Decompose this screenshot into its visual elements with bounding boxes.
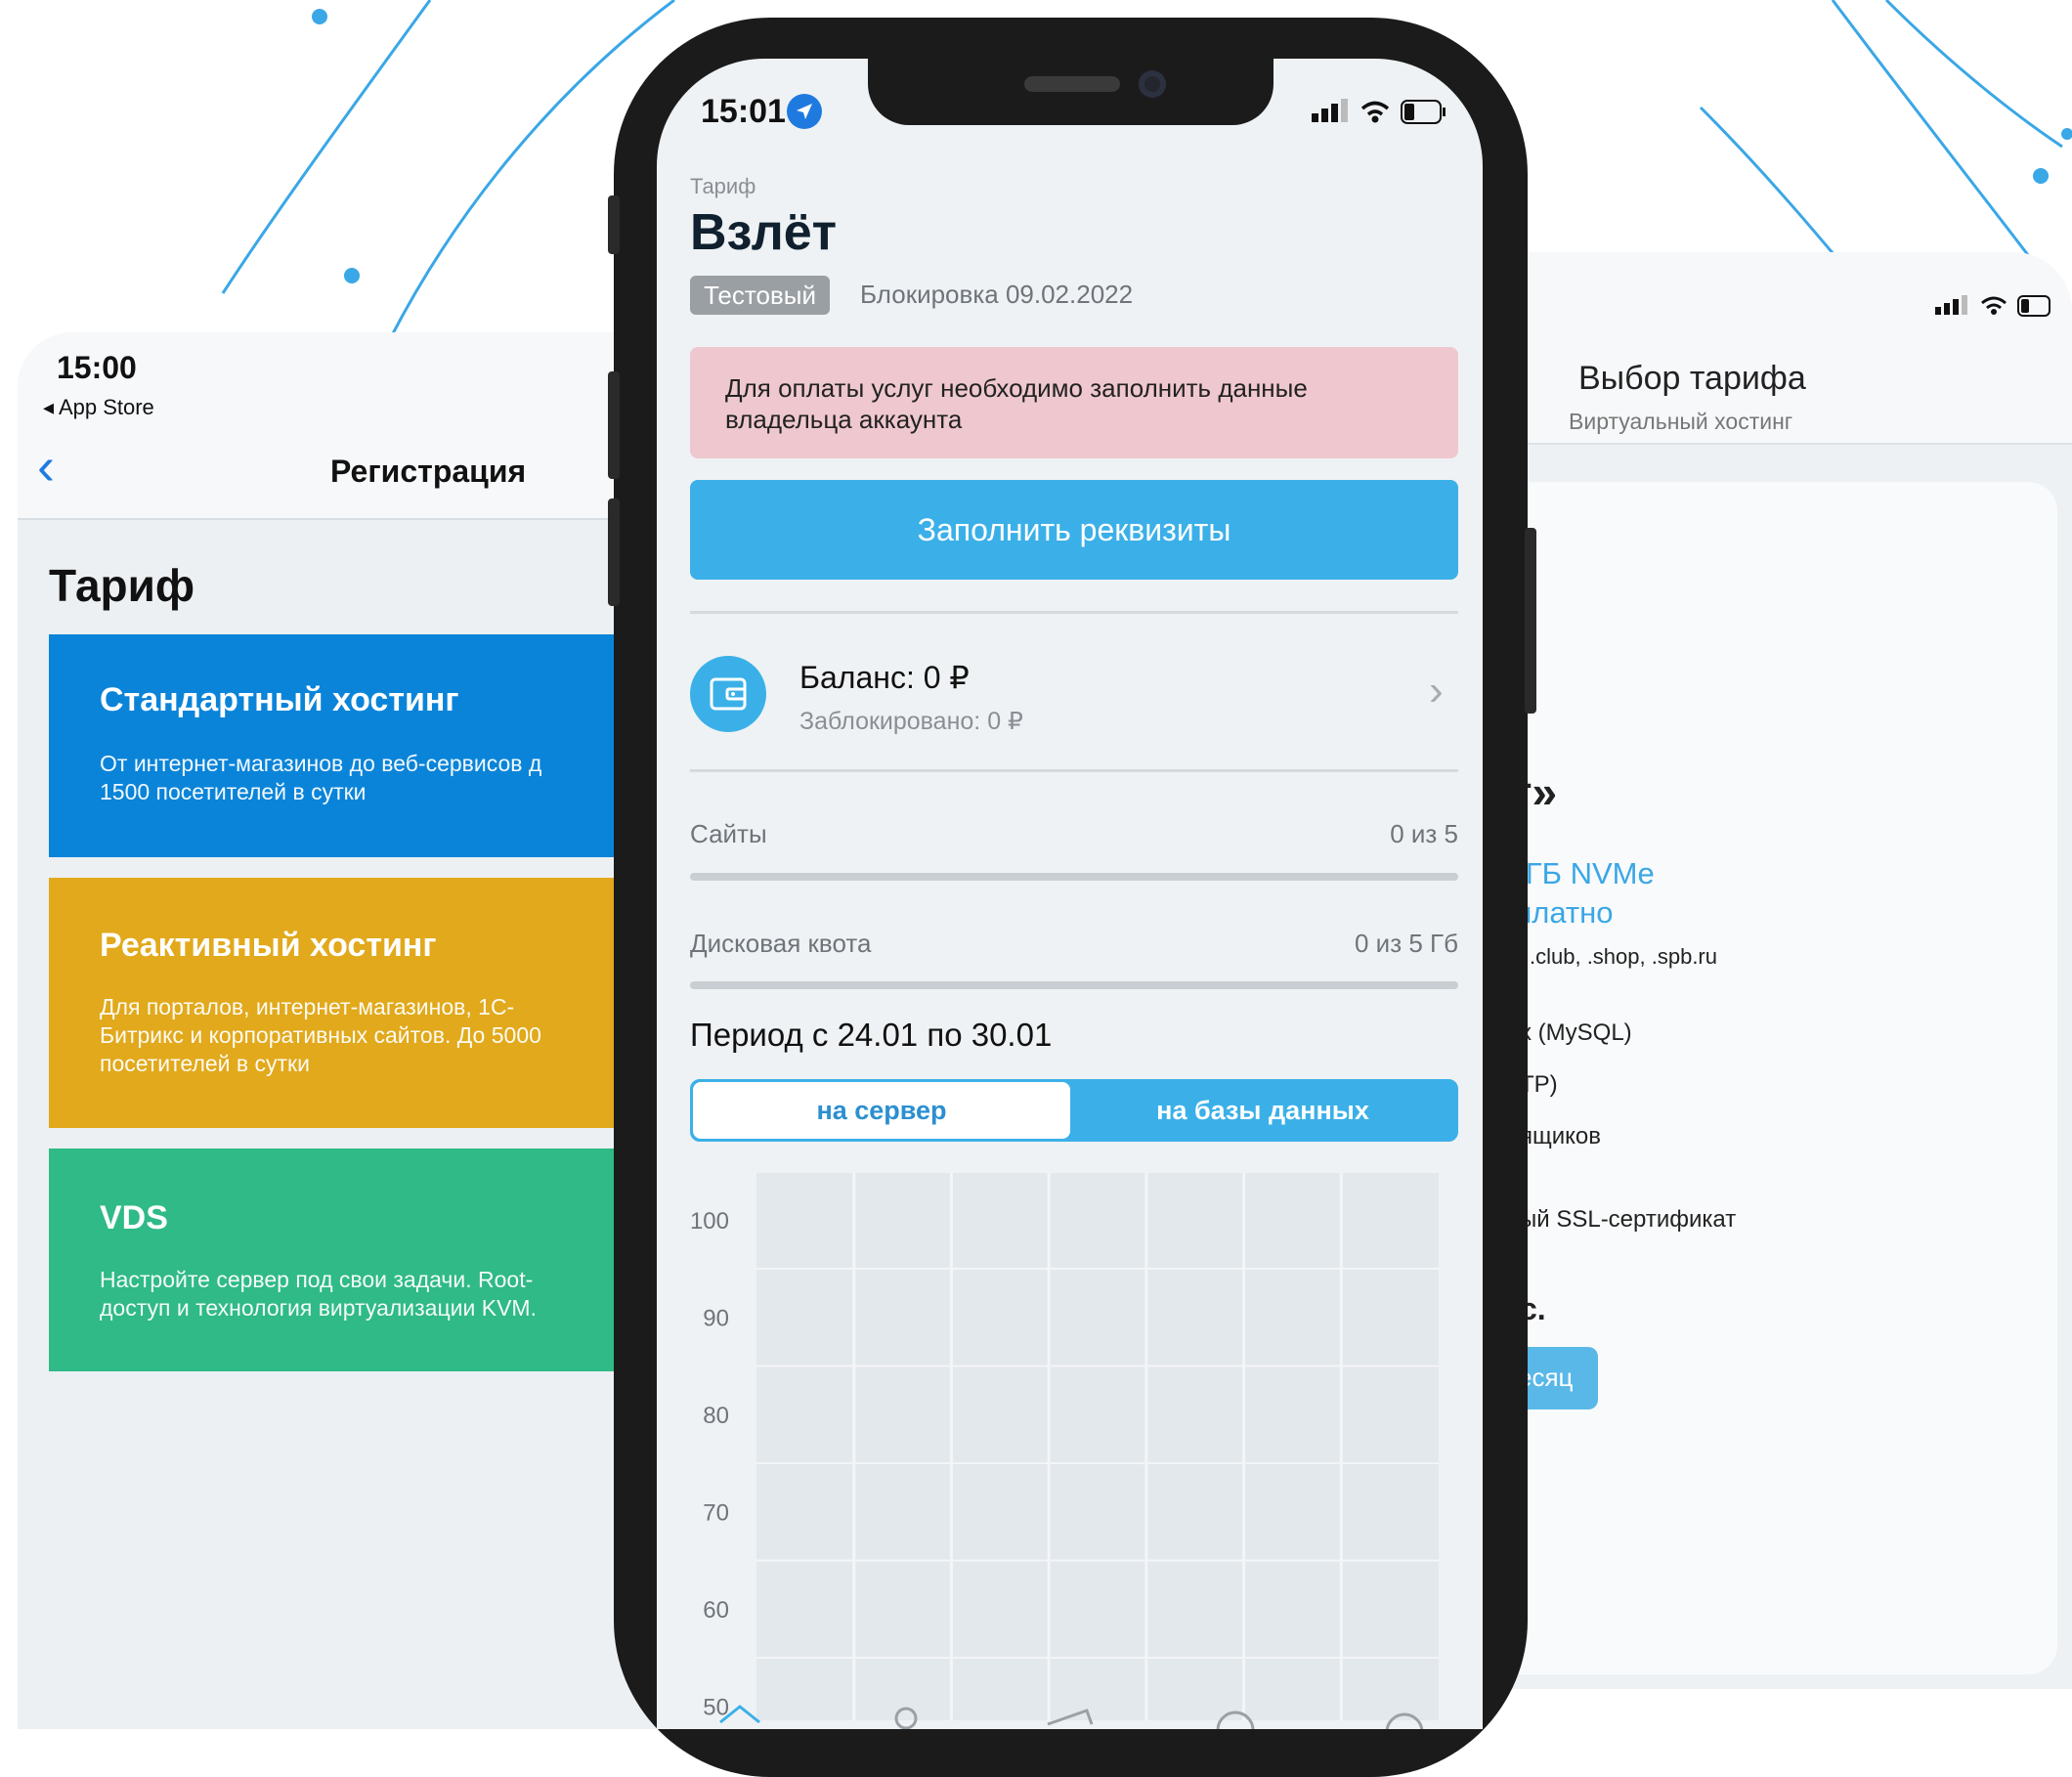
plan-detail-card: т» 5 ГБ NVMe сплатно .club, .shop, .spb.… xyxy=(1451,482,2057,1674)
status-time: 15:01 xyxy=(701,93,786,130)
disk-progress-bar xyxy=(690,981,1458,989)
period-label: Период с 24.01 по 30.01 xyxy=(690,1017,1053,1053)
plan-description: Для порталов, интернет-магазинов, 1С- Би… xyxy=(100,994,541,1076)
tab-payment-icon[interactable] xyxy=(1047,1709,1094,1726)
disk-quota-value: 0 из 5 Гб xyxy=(1354,929,1458,958)
plan-card-standard[interactable]: Стандартный хостинг От интернет-магазино… xyxy=(49,634,663,857)
sites-label: Сайты xyxy=(690,819,767,848)
status-badge: Тестовый xyxy=(690,276,830,315)
tariff-label: Тариф xyxy=(690,174,756,198)
blocked-amount: Заблокировано: 0 ₽ xyxy=(799,708,1023,735)
front-camera xyxy=(1139,70,1166,98)
tab-home-icon[interactable] xyxy=(719,1705,760,1724)
plan-title: Стандартный хостинг xyxy=(100,681,459,718)
plan-description: От интернет-магазинов до веб-сервисов д … xyxy=(100,751,542,804)
segment-databases[interactable]: на базы данных xyxy=(1070,1082,1455,1139)
tariff-heading: Тариф xyxy=(49,560,195,611)
balance-row[interactable] xyxy=(657,630,1483,758)
divider xyxy=(690,769,1458,772)
feature-item: ый SSL-сертификат xyxy=(1520,1206,1737,1233)
plan-description: Настройте сервер под свои задачи. Root- … xyxy=(100,1267,537,1321)
tariff-choice-title: Выбор тарифа xyxy=(1578,360,1806,397)
sites-progress-bar xyxy=(690,873,1458,881)
status-icons xyxy=(1312,99,1446,124)
y-tick-label: 70 xyxy=(703,1500,729,1527)
tab-support-icon[interactable] xyxy=(1385,1712,1424,1729)
tab-profile-icon[interactable] xyxy=(894,1707,918,1729)
back-chevron-icon[interactable]: ‹ xyxy=(37,440,55,493)
hosting-dashboard-screen: 15:01 Тариф Взлёт Тестовый Блокировка 09… xyxy=(657,59,1483,1729)
side-button xyxy=(1525,528,1536,714)
y-tick-label: 100 xyxy=(690,1208,729,1235)
segment-server[interactable]: на сервер xyxy=(693,1082,1070,1139)
tab-bar xyxy=(719,1705,1424,1729)
feature-item: ящиков xyxy=(1520,1123,1602,1149)
registration-screen: 15:00 ◂ App Store ‹ Регистрация Тариф Ст… xyxy=(18,332,663,1729)
back-to-app-store-link[interactable]: ◂ App Store xyxy=(43,395,154,420)
segmented-control: на сервер на базы данных xyxy=(690,1079,1458,1142)
chevron-right-icon: › xyxy=(1429,667,1444,715)
disk-quota-label: Дисковая квота xyxy=(690,929,872,958)
left-status-time: 15:00 xyxy=(57,350,137,385)
block-date: Блокировка 09.02.2022 xyxy=(860,280,1134,309)
balance-amount: Баланс: 0 ₽ xyxy=(799,660,970,695)
y-tick-label: 80 xyxy=(703,1403,729,1429)
y-tick-label: 60 xyxy=(703,1597,729,1624)
tab-domains-icon[interactable] xyxy=(1216,1711,1255,1729)
wallet-icon xyxy=(690,656,766,732)
side-button xyxy=(608,498,620,606)
plan-title: VDS xyxy=(100,1199,168,1236)
feature-item: х (MySQL) xyxy=(1520,1019,1632,1046)
payment-alert: Для оплаты услуг необходимо заполнить да… xyxy=(690,347,1458,458)
fill-details-button[interactable]: Заполнить реквизиты xyxy=(690,480,1458,580)
status-icons xyxy=(1935,295,2050,317)
y-tick-label: 90 xyxy=(703,1306,729,1332)
domain-list: .club, .shop, .spb.ru xyxy=(1530,944,1717,969)
plan-card-reactive[interactable]: Реактивный хостинг Для порталов, интерне… xyxy=(49,878,663,1128)
plan-title: Реактивный хостинг xyxy=(100,927,437,964)
sites-value: 0 из 5 xyxy=(1390,819,1458,848)
plan-card-vds[interactable]: VDS Настройте сервер под свои задачи. Ro… xyxy=(49,1149,663,1371)
side-button xyxy=(608,371,620,479)
side-button xyxy=(608,195,620,254)
usage-chart: 1009080706050 xyxy=(690,1173,1439,1720)
chart-plot-area xyxy=(756,1173,1439,1720)
tariff-name: Взлёт xyxy=(690,204,838,261)
divider xyxy=(690,611,1458,614)
registration-nav-title: Регистрация xyxy=(330,454,527,489)
earpiece-speaker xyxy=(1024,76,1120,92)
location-arrow-icon xyxy=(787,94,822,129)
tariff-choice-screen: Выбор тарифа Виртуальный хостинг т» 5 ГБ… xyxy=(1451,252,2072,1689)
tariff-choice-subtitle: Виртуальный хостинг xyxy=(1569,409,1793,434)
